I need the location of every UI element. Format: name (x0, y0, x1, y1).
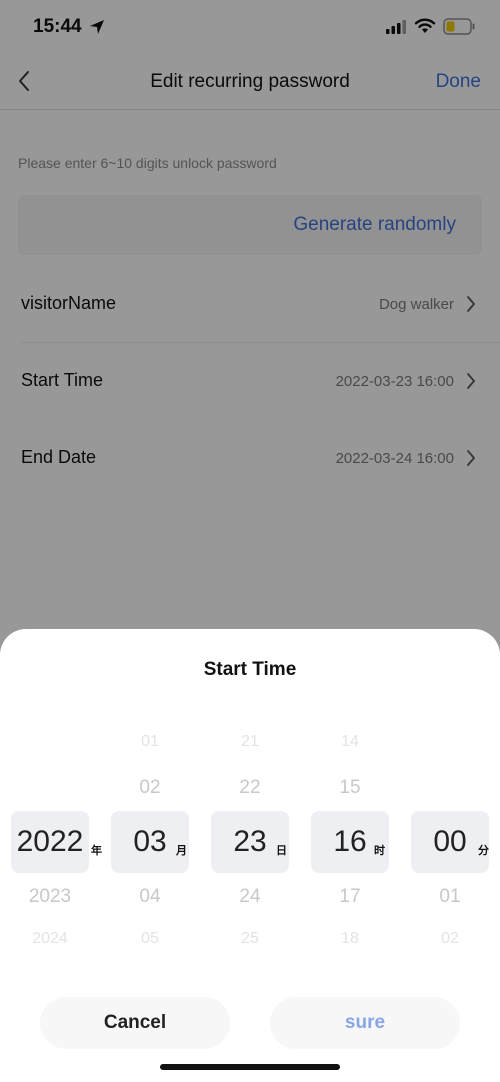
picker-option[interactable]: 15 (300, 777, 400, 799)
picker-option[interactable]: 05 (100, 930, 200, 948)
picker-option[interactable]: 02 (400, 930, 500, 948)
picker-column-month[interactable]: 01 02 03 月 04 05 (100, 727, 200, 957)
picker-option[interactable]: 2023 (0, 886, 100, 908)
picker-selected-value: 2022 (16, 825, 84, 858)
picker-selected-value: 16 (333, 825, 367, 858)
picker-unit-label: 月 (176, 845, 187, 857)
picker-option[interactable]: 02 (100, 777, 200, 799)
home-indicator (160, 1064, 340, 1070)
picker-option[interactable]: 04 (100, 886, 200, 908)
picker-option[interactable]: 01 (400, 886, 500, 908)
sheet-title: Start Time (203, 659, 297, 680)
picker-option[interactable]: 22 (200, 777, 300, 799)
picker-option[interactable]: 21 (200, 733, 300, 751)
picker-option[interactable]: 18 (300, 930, 400, 948)
cancel-button[interactable]: Cancel (40, 997, 230, 1049)
picker-option[interactable]: 24 (200, 886, 300, 908)
sure-button[interactable]: sure (270, 997, 460, 1049)
picker-column-hour[interactable]: 14 15 16 时 17 18 (300, 727, 400, 957)
picker-unit-label: 时 (374, 845, 385, 857)
picker-column-year[interactable]: 2022 年 2023 2024 (0, 727, 102, 957)
start-time-picker-sheet: Start Time 2022 年 2023 2024 01 02 03 月 0… (0, 629, 500, 1082)
picker-option[interactable]: 14 (300, 733, 400, 751)
picker-column-minute[interactable]: 00 分 01 02 (400, 727, 500, 957)
picker-option[interactable]: 25 (200, 930, 300, 948)
picker-option[interactable]: 2024 (0, 930, 100, 948)
picker-unit-label: 分 (478, 845, 489, 857)
picker-option[interactable]: 01 (100, 733, 200, 751)
picker-unit-label: 日 (276, 845, 287, 857)
picker-option[interactable]: 17 (300, 886, 400, 908)
picker-column-day[interactable]: 21 22 23 日 24 25 (200, 727, 300, 957)
